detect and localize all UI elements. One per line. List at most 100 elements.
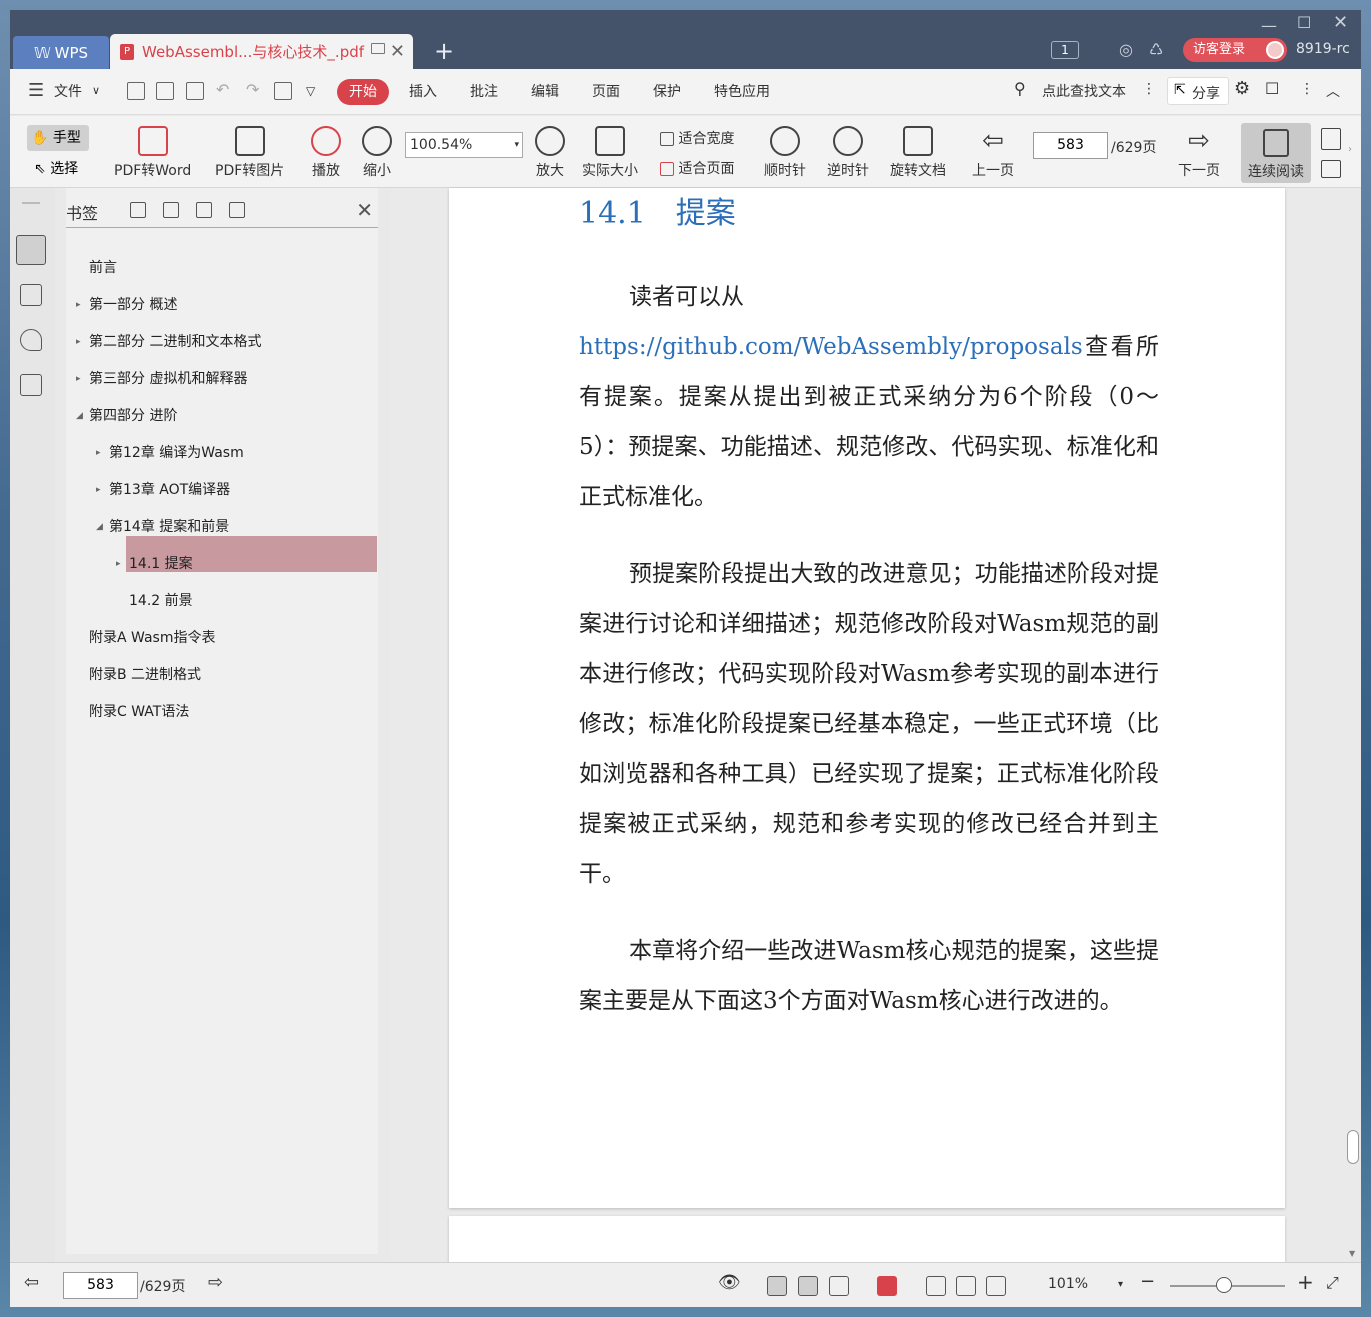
- fit-width-button[interactable]: 适合宽度: [660, 128, 734, 148]
- pdf-to-word-button[interactable]: PDF转Word: [114, 126, 191, 180]
- redo-icon[interactable]: ↷: [246, 80, 259, 99]
- status-zoom-value[interactable]: 101%: [1048, 1276, 1088, 1292]
- bookmark-list-icon[interactable]: [16, 235, 46, 265]
- proposals-link[interactable]: https://github.com/WebAssembly/proposals: [579, 334, 1083, 360]
- more-options-icon[interactable]: ⋮: [1300, 81, 1314, 97]
- new-tab-button[interactable]: +: [434, 37, 454, 65]
- zoom-select[interactable]: 100.54% ▾: [405, 132, 523, 158]
- bookmark-item[interactable]: ▸ 第二部分 二进制和文本格式: [76, 324, 261, 360]
- bookmark-item[interactable]: 前言: [89, 250, 117, 286]
- wps-home-tab[interactable]: 𝕎 WPS: [13, 36, 109, 69]
- actual-size-status-icon[interactable]: [926, 1276, 946, 1296]
- search-icon[interactable]: ⚲: [1014, 79, 1026, 98]
- minimize-icon[interactable]: —: [1261, 16, 1277, 35]
- status-next-page-icon[interactable]: ⇨: [208, 1272, 223, 1293]
- page-count-badge[interactable]: 1: [1051, 41, 1079, 59]
- theme-icon[interactable]: ◎: [1119, 40, 1133, 59]
- eye-protect-icon[interactable]: 👁: [718, 1272, 741, 1293]
- rotate-clockwise-button[interactable]: 顺时针: [764, 126, 806, 180]
- prev-page-button[interactable]: ⇦ 上一页: [972, 126, 1014, 180]
- expand-arrow-icon[interactable]: ▸: [76, 324, 81, 360]
- close-panel-icon[interactable]: ✕: [356, 198, 373, 222]
- zoom-slider-knob[interactable]: [1216, 1277, 1232, 1293]
- double-page-icon[interactable]: [1321, 160, 1341, 178]
- select-tool-button[interactable]: ⇖ 选择: [34, 158, 78, 178]
- bookmark-item[interactable]: ▸ 第三部分 虚拟机和解释器: [76, 361, 247, 397]
- single-page-icon[interactable]: [1321, 128, 1341, 150]
- scroll-thumb[interactable]: [1347, 1130, 1359, 1164]
- open-icon[interactable]: [127, 82, 145, 100]
- close-tab-icon[interactable]: ✕: [390, 41, 405, 62]
- collapse-arrow-icon[interactable]: ◢: [76, 398, 83, 434]
- tab-insert[interactable]: 插入: [409, 81, 437, 101]
- status-prev-page-icon[interactable]: ⇦: [24, 1272, 39, 1293]
- comment-icon[interactable]: ☐: [1265, 79, 1279, 98]
- print-icon[interactable]: [186, 82, 204, 100]
- zoom-minus-icon[interactable]: −: [1140, 1271, 1155, 1292]
- monitor-icon[interactable]: [371, 43, 385, 54]
- expand-arrow-icon[interactable]: ▸: [96, 435, 101, 471]
- ribbon-scroll-right-icon[interactable]: ›: [1348, 144, 1352, 155]
- fit-width-status-icon[interactable]: [986, 1276, 1006, 1296]
- bookmark-item[interactable]: ▸ 第13章 AOT编译器: [96, 472, 230, 508]
- more-vert-icon[interactable]: ⋮: [1142, 81, 1156, 97]
- save-icon[interactable]: [156, 82, 174, 100]
- single-view-icon[interactable]: [798, 1276, 818, 1296]
- fit-page-button[interactable]: 适合页面: [660, 158, 734, 178]
- bookmark-item[interactable]: 附录C WAT语法: [89, 694, 189, 730]
- hand-tool-button[interactable]: ✋ 手型: [27, 125, 89, 151]
- skin-icon[interactable]: ♺: [1149, 40, 1163, 59]
- gear-icon[interactable]: ⚙: [1234, 78, 1250, 99]
- vertical-scrollbar[interactable]: ▼: [1345, 188, 1361, 1262]
- export-icon[interactable]: [274, 82, 292, 100]
- expand-arrow-icon[interactable]: ▸: [96, 472, 101, 508]
- bookmark-item[interactable]: ▸ 14.1 提案: [116, 546, 193, 582]
- bookmark-item[interactable]: ◢ 第14章 提案和前景: [96, 509, 229, 545]
- status-page-input[interactable]: 583: [63, 1272, 138, 1299]
- fullscreen-icon[interactable]: ⤢: [1326, 1273, 1339, 1293]
- continuous-read-button[interactable]: 连续阅读: [1241, 123, 1311, 183]
- zoom-dropdown-icon[interactable]: ▾: [1118, 1279, 1123, 1290]
- play-button[interactable]: 播放: [311, 126, 341, 180]
- zoom-out-button[interactable]: 缩小: [362, 126, 392, 180]
- fit-page-status-icon[interactable]: [956, 1276, 976, 1296]
- tab-start[interactable]: 开始: [337, 79, 389, 105]
- undo-icon[interactable]: ↶: [216, 80, 229, 99]
- tab-annotate[interactable]: 批注: [470, 81, 498, 101]
- rotate-counterclockwise-button[interactable]: 逆时针: [827, 126, 869, 180]
- rotate-document-button[interactable]: 旋转文档: [890, 126, 946, 180]
- add-bookmark-icon[interactable]: [130, 202, 146, 218]
- expand-arrow-icon[interactable]: ▸: [76, 287, 81, 323]
- share-button[interactable]: ⇱ 分享: [1167, 77, 1229, 105]
- slideshow-play-icon[interactable]: [877, 1276, 897, 1296]
- tab-edit[interactable]: 编辑: [531, 81, 559, 101]
- document-tab[interactable]: P WebAssembl...与核心技术_.pdf ✕: [110, 34, 413, 69]
- double-view-icon[interactable]: [829, 1276, 849, 1296]
- chevron-down-icon[interactable]: ∨: [92, 84, 100, 97]
- bookmark-settings-icon[interactable]: [229, 202, 245, 218]
- file-menu[interactable]: 文件: [54, 81, 82, 101]
- collapse-arrow-icon[interactable]: ◢: [96, 509, 103, 545]
- actual-size-button[interactable]: 实际大小: [582, 126, 638, 180]
- maximize-icon[interactable]: ☐: [1297, 13, 1311, 32]
- scroll-down-icon[interactable]: ▼: [1349, 1249, 1355, 1258]
- next-page-button[interactable]: ⇨ 下一页: [1178, 126, 1220, 180]
- tab-protect[interactable]: 保护: [653, 81, 681, 101]
- annotation-icon[interactable]: [20, 329, 42, 351]
- search-text-button[interactable]: 点此查找文本: [1042, 81, 1126, 101]
- zoom-plus-icon[interactable]: +: [1297, 1270, 1314, 1294]
- page-number-input[interactable]: 583: [1033, 132, 1108, 159]
- collapse-ribbon-icon[interactable]: ︿: [1326, 81, 1340, 101]
- close-window-icon[interactable]: ✕: [1333, 12, 1348, 33]
- tab-page[interactable]: 页面: [592, 81, 620, 101]
- pdf-to-image-button[interactable]: PDF转图片: [215, 126, 284, 180]
- bookmark-item[interactable]: ▸ 第12章 编译为Wasm: [96, 435, 244, 471]
- visitor-login-button[interactable]: 访客登录: [1183, 38, 1287, 62]
- expand-arrow-icon[interactable]: ▸: [116, 546, 121, 582]
- expand-arrow-icon[interactable]: ▸: [76, 361, 81, 397]
- document-view[interactable]: 14.1 提案 读者可以从 https://github.com/WebAsse…: [390, 188, 1345, 1276]
- add-sub-bookmark-icon[interactable]: [163, 202, 179, 218]
- bookmark-item[interactable]: 附录A Wasm指令表: [89, 620, 216, 656]
- expand-all-icon[interactable]: [196, 202, 212, 218]
- bookmark-item[interactable]: ▸ 第一部分 概述: [76, 287, 177, 323]
